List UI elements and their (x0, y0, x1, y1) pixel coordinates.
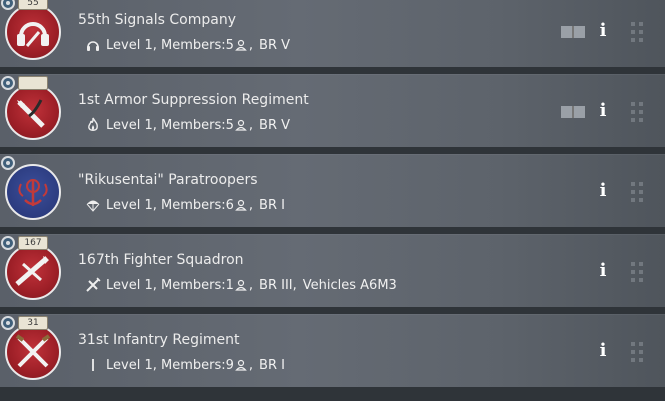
unit-meta: Level 1, Members:9 , BR I (85, 357, 285, 373)
info-icon[interactable]: i (596, 181, 610, 201)
unit-level-members: Level 1, Members:1 (106, 277, 234, 293)
unit-level-members: Level 1, Members:5 (106, 37, 234, 53)
parachute-icon (86, 200, 100, 212)
unit-br: BR I (259, 357, 285, 373)
unit-title: 31st Infantry Regiment (78, 332, 240, 348)
open-book-icon[interactable] (560, 104, 586, 120)
headphones-icon (87, 41, 99, 51)
unit-br: BR I (259, 197, 285, 213)
unit-number-badge: 167 (18, 236, 48, 250)
flame-icon (88, 117, 98, 131)
unit-number-badge: 31 (18, 316, 48, 330)
unit-title: 167th Fighter Squadron (78, 252, 244, 268)
unit-level-members: Level 1, Members:5 (106, 117, 234, 133)
squad-list: 55 55th Signals Company Level 1, Members… (0, 0, 665, 401)
unit-meta: Level 1, Members:5 , BR V (85, 37, 290, 53)
unit-row[interactable]: 1st Armor Suppression Regiment Level 1, … (0, 74, 665, 147)
unit-level-members: Level 1, Members:9 (106, 357, 234, 373)
rifle-icon (92, 359, 94, 371)
unit-meta: Level 1, Members:5 , BR V (85, 117, 290, 133)
rank-badge-icon (1, 236, 15, 250)
info-icon[interactable]: i (596, 21, 610, 41)
unit-br: BR III (259, 277, 293, 293)
rank-badge-icon (1, 316, 15, 330)
unit-number-badge: 55 (18, 0, 48, 10)
unit-emblem (5, 324, 61, 380)
drag-handle-icon[interactable] (629, 20, 645, 44)
info-icon[interactable]: i (596, 101, 610, 121)
info-icon[interactable]: i (596, 341, 610, 361)
unit-emblem (5, 4, 61, 60)
unit-level-members: Level 1, Members:6 (106, 197, 234, 213)
drag-handle-icon[interactable] (629, 100, 645, 124)
open-book-icon[interactable] (560, 24, 586, 40)
unit-title: "Rikusentai" Paratroopers (78, 172, 258, 188)
unit-meta: Level 1, Members:1 , BR III , Vehicles A… (85, 277, 397, 293)
unit-br: BR V (259, 117, 291, 133)
person-icon (235, 279, 247, 291)
person-icon (235, 199, 247, 211)
person-icon (235, 39, 247, 51)
unit-meta: Level 1, Members:6 , BR I (85, 197, 285, 213)
unit-emblem (5, 244, 61, 300)
unit-title: 55th Signals Company (78, 12, 236, 28)
fighter-plane-icon (86, 277, 101, 292)
unit-emblem (5, 84, 61, 140)
unit-row[interactable]: 167 167th Fighter Squadron Level 1, Memb… (0, 234, 665, 307)
unit-row[interactable]: 55 55th Signals Company Level 1, Members… (0, 0, 665, 67)
drag-handle-icon[interactable] (629, 340, 645, 364)
unit-number-badge (18, 76, 48, 90)
unit-row[interactable]: "Rikusentai" Paratroopers Level 1, Membe… (0, 154, 665, 227)
rank-badge-icon (1, 76, 15, 90)
unit-row[interactable]: 31 31st Infantry Regiment Level 1, Membe… (0, 314, 665, 387)
unit-emblem (5, 164, 61, 220)
unit-title: 1st Armor Suppression Regiment (78, 92, 309, 108)
rank-badge-icon (1, 156, 15, 170)
drag-handle-icon[interactable] (629, 260, 645, 284)
unit-vehicles: Vehicles A6M3 (302, 277, 397, 293)
drag-handle-icon[interactable] (629, 180, 645, 204)
person-icon (235, 119, 247, 131)
unit-br: BR V (259, 37, 291, 53)
info-icon[interactable]: i (596, 261, 610, 281)
person-icon (235, 359, 247, 371)
